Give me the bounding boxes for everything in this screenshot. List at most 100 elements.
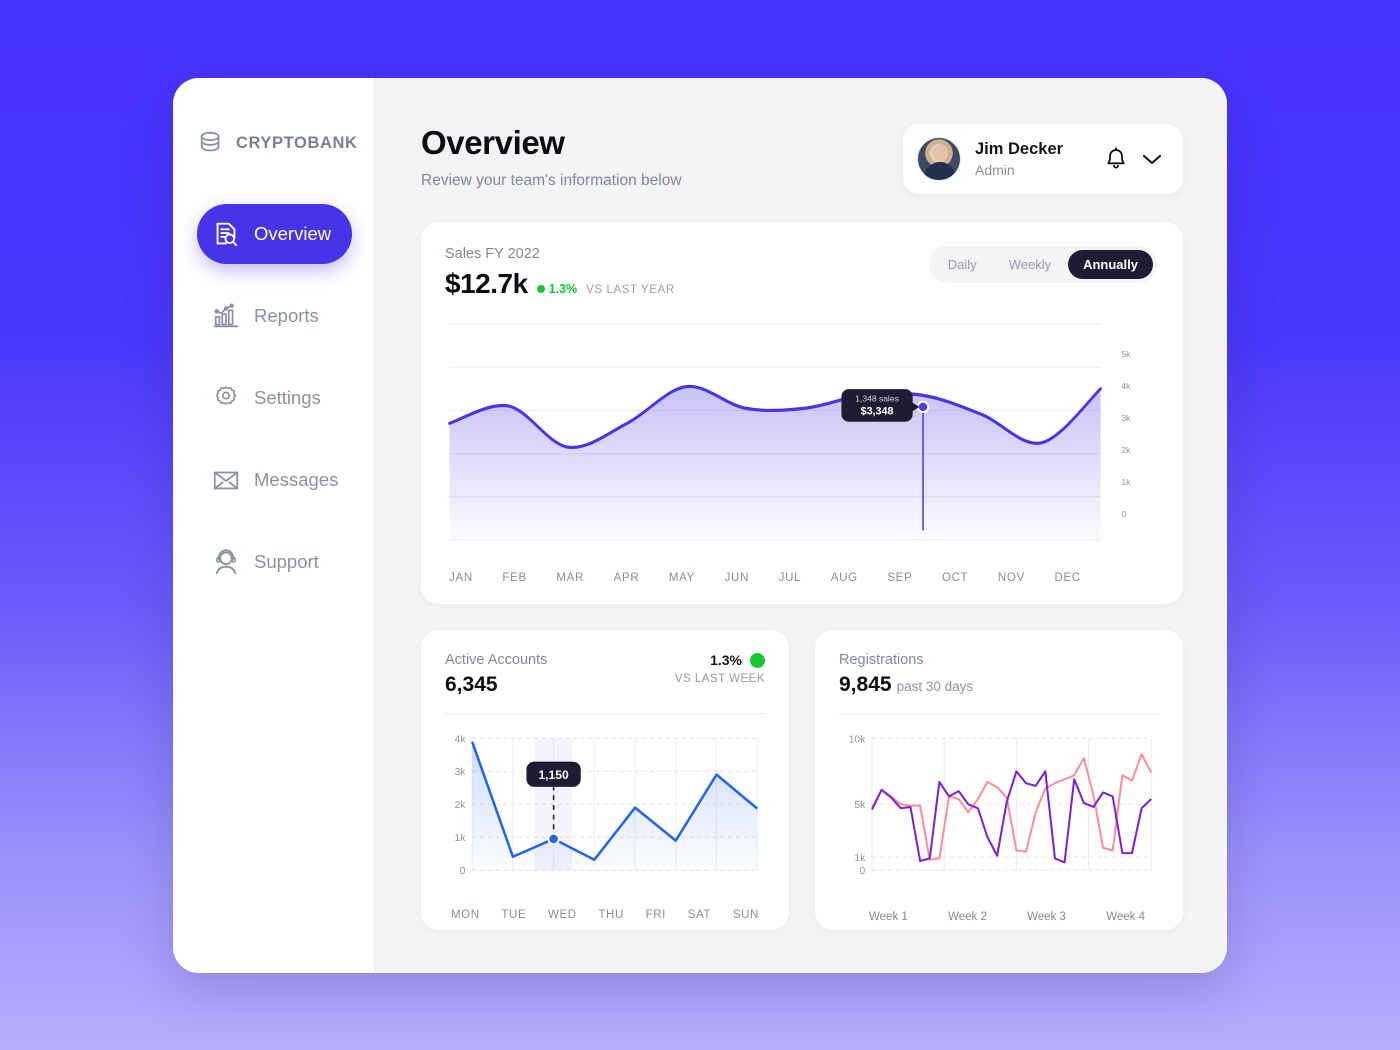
- x-tick-label: TUE: [501, 909, 527, 921]
- sales-value-row: $12.7k 1.3% VS LAST YEAR: [445, 268, 675, 300]
- registrations-value-row: 9,845 past 30 days: [839, 673, 973, 697]
- svg-text:4k: 4k: [1121, 381, 1131, 391]
- active-accounts-value: 6,345: [445, 673, 498, 696]
- svg-text:5k: 5k: [1121, 349, 1131, 359]
- stacked-coins-icon: [200, 131, 220, 152]
- period-option-weekly[interactable]: Weekly: [994, 250, 1066, 279]
- user-profile-card[interactable]: Jim Decker Admin: [903, 124, 1183, 194]
- svg-text:$3,348: $3,348: [861, 405, 894, 417]
- svg-text:1k: 1k: [1121, 477, 1131, 487]
- x-tick-label: SAT: [687, 909, 712, 921]
- sidebar-item-reports[interactable]: Reports: [197, 286, 352, 346]
- bar-chart-icon: [213, 303, 239, 328]
- notifications-button[interactable]: [1105, 147, 1127, 171]
- x-tick-label: SEP: [887, 572, 913, 584]
- divider: [445, 713, 765, 714]
- svg-text:1k: 1k: [455, 833, 467, 844]
- x-tick-label: FEB: [502, 572, 527, 584]
- sidebar-item-overview[interactable]: Overview: [197, 204, 352, 264]
- sales-delta-value: 1.3%: [548, 282, 578, 296]
- active-accounts-x-axis: MON TUE WED THU FRI SAT SUN: [445, 909, 765, 921]
- period-option-daily[interactable]: Daily: [933, 250, 992, 279]
- avatar: [917, 137, 961, 181]
- registrations-x-axis: Week 1 Week 2 Week 3 Week 4: [839, 911, 1159, 923]
- active-accounts-header: Active Accounts 6,345 1.3% VS LAST WEEK: [445, 652, 765, 697]
- document-search-icon: [216, 222, 238, 247]
- registrations-value: 9,845: [839, 673, 892, 696]
- active-accounts-delta: 1.3% VS LAST WEEK: [675, 652, 765, 685]
- registrations-card: Registrations 9,845 past 30 days 0 1k 5k 10k…: [815, 630, 1183, 930]
- x-tick-label: DEC: [1054, 572, 1081, 584]
- svg-text:2k: 2k: [1121, 445, 1131, 455]
- sales-card: Sales FY 2022 $12.7k 1.3% VS LAST YEAR D…: [421, 222, 1183, 604]
- brand-logo: CRYPTOBANK: [173, 128, 374, 158]
- sidebar-item-messages[interactable]: Messages: [197, 450, 352, 510]
- svg-text:4k: 4k: [455, 734, 467, 745]
- active-accounts-label: Active Accounts: [445, 652, 548, 668]
- x-tick-label: NOV: [997, 572, 1025, 584]
- active-accounts-delta-caption: VS LAST WEEK: [674, 673, 765, 685]
- sales-chart-overlay: 0 1k 2k 3k 4k 5k 1,348 sales$3,348: [841, 349, 1131, 531]
- svg-text:3k: 3k: [455, 767, 467, 778]
- sales-card-header: Sales FY 2022 $12.7k 1.3% VS LAST YEAR D…: [445, 246, 1157, 300]
- active-accounts-summary: Active Accounts 6,345: [445, 652, 547, 697]
- sidebar-item-label: Messages: [254, 468, 339, 490]
- page-heading-block: Overview Review your team's information …: [421, 124, 682, 190]
- x-tick-label: Week 3: [1027, 911, 1066, 923]
- chevron-down-icon: [1142, 154, 1162, 165]
- headset-person-icon: [215, 549, 237, 575]
- active-accounts-pct: 1.3%: [710, 652, 742, 668]
- envelope-icon: [213, 471, 239, 490]
- svg-text:1k: 1k: [854, 853, 866, 864]
- x-tick-label: MON: [451, 909, 480, 921]
- registrations-summary: Registrations 9,845 past 30 days: [839, 652, 973, 697]
- gear-icon: [215, 386, 237, 405]
- x-tick-label: Week 4: [1106, 911, 1145, 923]
- user-name: Jim Decker: [975, 140, 1064, 158]
- svg-text:10k: 10k: [849, 734, 866, 745]
- x-tick-label: MAY: [668, 572, 696, 584]
- page-title: Overview: [421, 124, 565, 161]
- status-dot-icon: [750, 652, 765, 668]
- sidebar: CRYPTOBANK Overview Reports Settings Mes…: [173, 78, 375, 973]
- x-tick-label: AUG: [830, 572, 858, 584]
- user-meta: Jim Decker Admin: [975, 140, 1091, 178]
- period-toggle: Daily Weekly Annually: [928, 246, 1157, 283]
- sales-value: $12.7k: [445, 268, 528, 299]
- sidebar-item-settings[interactable]: Settings: [197, 368, 352, 428]
- registrations-label: Registrations: [839, 652, 924, 668]
- x-tick-label: OCT: [941, 572, 969, 584]
- x-tick-label: JUL: [778, 572, 802, 584]
- user-menu-toggle[interactable]: [1141, 152, 1163, 166]
- x-tick-label: SUN: [732, 909, 759, 921]
- svg-text:1,150: 1,150: [538, 768, 569, 782]
- svg-text:3k: 3k: [1121, 413, 1131, 423]
- sales-chart-wrap: 0 1k 2k 3k 4k 5k 1,348 sales $3,348: [445, 314, 1157, 566]
- user-role: Admin: [975, 162, 1015, 178]
- bottom-cards-row: Active Accounts 6,345 1.3% VS LAST WEEK …: [421, 630, 1183, 930]
- sidebar-item-support[interactable]: Support: [197, 532, 352, 592]
- sales-summary: Sales FY 2022 $12.7k 1.3% VS LAST YEAR: [445, 246, 675, 300]
- svg-text:1,348 sales: 1,348 sales: [855, 394, 899, 404]
- sidebar-item-label: Support: [254, 550, 319, 572]
- active-accounts-chart[interactable]: 0 1k 2k 3k 4k 1,150: [445, 722, 765, 907]
- status-dot-icon: [536, 285, 545, 293]
- app-window: CRYPTOBANK Overview Reports Settings Mes…: [173, 78, 1227, 973]
- registrations-header: Registrations 9,845 past 30 days: [839, 652, 1159, 697]
- svg-text:0: 0: [860, 866, 866, 877]
- registrations-suffix: past 30 days: [896, 679, 974, 694]
- x-tick-label: JUN: [724, 572, 750, 584]
- period-option-annually[interactable]: Annually: [1068, 250, 1153, 279]
- sidebar-item-label: Overview: [254, 222, 332, 244]
- sidebar-item-label: Reports: [254, 304, 319, 326]
- sidebar-item-label: Settings: [254, 386, 321, 408]
- bell-icon: [1107, 147, 1125, 169]
- x-tick-label: Week 1: [869, 911, 908, 923]
- sales-label: Sales FY 2022: [445, 246, 540, 262]
- active-accounts-delta-line: 1.3%: [675, 652, 765, 668]
- sidebar-nav: Overview Reports Settings Messages Suppo…: [173, 204, 374, 614]
- svg-text:5k: 5k: [854, 800, 866, 811]
- registrations-chart[interactable]: 0 1k 5k 10k: [839, 722, 1159, 907]
- x-tick-label: Week 2: [948, 911, 987, 923]
- x-tick-label: THU: [598, 909, 624, 921]
